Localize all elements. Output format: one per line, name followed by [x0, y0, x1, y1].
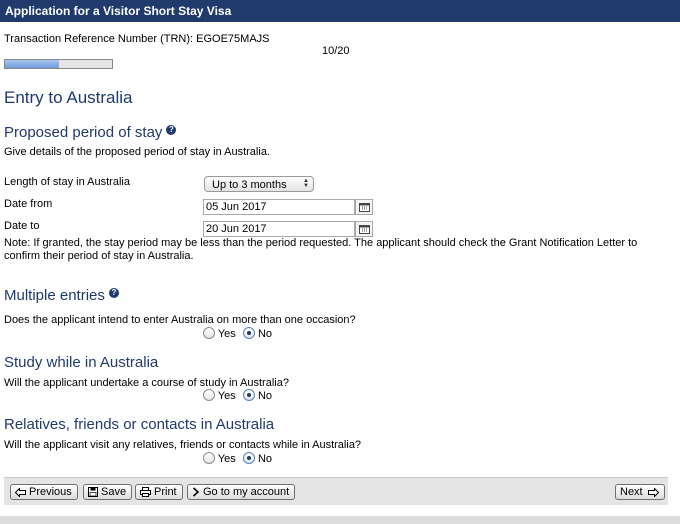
printer-icon — [140, 487, 151, 501]
date-from-input[interactable]: 05 Jun 2017 — [203, 199, 355, 215]
progress-fill — [5, 60, 59, 68]
study-no-radio[interactable] — [242, 389, 255, 401]
relatives-question: Will the applicant visit any relatives, … — [4, 439, 362, 451]
relatives-heading: Relatives, friends or contacts in Austra… — [4, 416, 275, 433]
length-select[interactable]: Up to 3 months ▲ ▼ — [204, 176, 314, 192]
floppy-disk-icon — [88, 487, 98, 501]
multiple-question: Does the applicant intend to enter Austr… — [4, 314, 356, 326]
next-label: Next — [620, 486, 643, 498]
previous-label: Previous — [29, 486, 72, 498]
page-title: Entry to Australia — [4, 88, 133, 107]
chevron-updown-icon: ▲ ▼ — [303, 178, 309, 189]
relatives-yes-label: Yes — [217, 453, 236, 465]
save-button[interactable]: Save — [83, 484, 133, 501]
question-icon[interactable]: ? — [108, 288, 119, 298]
study-yes-label: Yes — [217, 390, 236, 402]
previous-button[interactable]: Previous — [10, 484, 78, 500]
chevron-right-icon — [192, 487, 200, 501]
length-select-value: Up to 3 months — [212, 179, 287, 191]
multiple-yes-label: Yes — [217, 328, 236, 340]
bottom-strip — [0, 516, 680, 524]
next-button[interactable]: Next — [615, 484, 665, 500]
multiple-heading: Multiple entries? — [4, 287, 119, 304]
question-icon[interactable]: ? — [166, 125, 177, 135]
print-button[interactable]: Print — [135, 484, 183, 500]
relatives-yes-radio[interactable] — [203, 452, 215, 464]
date-to-input[interactable]: 20 Jun 2017 — [203, 221, 355, 237]
account-label: Go to my account — [203, 486, 290, 498]
trn-text: Transaction Reference Number (TRN): EGOE… — [4, 33, 270, 45]
study-question: Will the applicant undertake a course of… — [4, 377, 289, 389]
stay-note: Note: If granted, the stay period may be… — [4, 237, 638, 262]
stay-description: Give details of the proposed period of s… — [4, 146, 270, 158]
arrow-left-icon — [14, 487, 26, 501]
relatives-no-label: No — [257, 453, 272, 465]
multiple-heading-text: Multiple entries — [4, 287, 105, 304]
footer-toolbar: Previous Save Print Go to my account Nex… — [4, 477, 668, 505]
app-title-bar: Application for a Visitor Short Stay Vis… — [0, 0, 680, 22]
relatives-no-radio[interactable] — [242, 452, 255, 464]
calendar-icon[interactable] — [355, 221, 373, 237]
arrow-right-icon — [647, 487, 659, 501]
date-to-label: Date to — [4, 220, 40, 232]
page-counter: 10/20 — [322, 45, 350, 57]
go-to-account-button[interactable]: Go to my account — [187, 484, 296, 501]
print-label: Print — [154, 486, 177, 498]
multiple-no-label: No — [257, 328, 272, 340]
multiple-yes-radio[interactable] — [203, 327, 215, 339]
progress-bar — [4, 59, 113, 69]
study-yes-radio[interactable] — [203, 389, 215, 401]
app-title: Application for a Visitor Short Stay Vis… — [5, 4, 232, 18]
study-radio-group: Yes No — [203, 389, 272, 402]
study-heading: Study while in Australia — [4, 354, 159, 371]
multiple-no-radio[interactable] — [242, 327, 255, 339]
study-no-label: No — [257, 390, 272, 402]
stay-heading: Proposed period of stay? — [4, 124, 177, 141]
date-from-label: Date from — [4, 198, 53, 210]
save-label: Save — [101, 486, 127, 498]
multiple-radio-group: Yes No — [203, 327, 272, 340]
stay-heading-text: Proposed period of stay — [4, 124, 163, 141]
length-label: Length of stay in Australia — [4, 176, 130, 188]
relatives-radio-group: Yes No — [203, 452, 272, 465]
calendar-icon[interactable] — [355, 199, 373, 215]
